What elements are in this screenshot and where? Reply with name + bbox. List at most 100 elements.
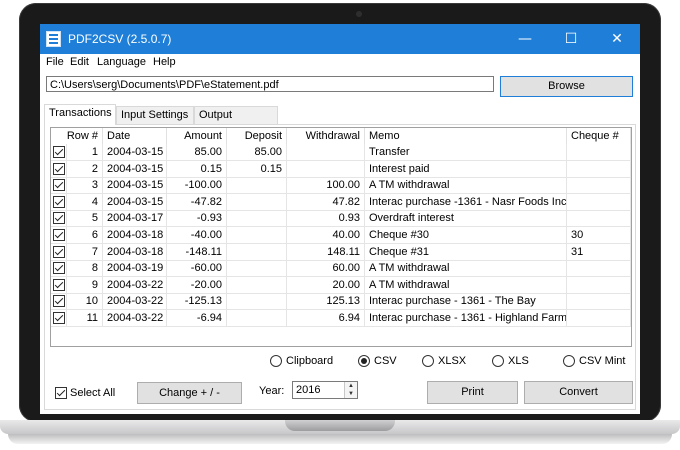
cell-date[interactable]: 2004-03-15 xyxy=(103,193,167,211)
convert-button[interactable]: Convert xyxy=(524,381,633,404)
table-row[interactable]: 9 2004-03-22 -20.00 20.00 A TM withdrawal xyxy=(51,276,631,294)
cell-deposit[interactable] xyxy=(227,177,287,195)
cell-deposit[interactable]: 85.00 xyxy=(227,144,287,161)
menu-help[interactable]: Help xyxy=(153,56,176,68)
cell-memo[interactable]: A TM withdrawal xyxy=(365,260,567,278)
cell-amount[interactable]: -47.82 xyxy=(167,193,227,211)
cell-cheque[interactable] xyxy=(567,210,631,228)
cell-amount[interactable]: -100.00 xyxy=(167,177,227,195)
change-sign-button[interactable]: Change + / - xyxy=(137,382,242,404)
cell-date[interactable]: 2004-03-17 xyxy=(103,210,167,228)
cell-withdrawal[interactable]: 148.11 xyxy=(287,243,365,261)
cell-deposit[interactable] xyxy=(227,260,287,278)
cell-row-number[interactable]: 9 xyxy=(67,276,103,294)
maximize-button[interactable]: ☐ xyxy=(548,24,594,54)
cell-cheque[interactable] xyxy=(567,177,631,195)
cell-row-number[interactable]: 4 xyxy=(67,193,103,211)
tab-input-settings[interactable]: Input Settings xyxy=(116,106,194,124)
cell-memo[interactable]: Interac purchase - 1361 - The Bay xyxy=(365,293,567,311)
cell-row-number[interactable]: 10 xyxy=(67,293,103,311)
radio-xlsx[interactable] xyxy=(422,355,434,367)
row-checkbox[interactable] xyxy=(53,295,65,308)
select-all-checkbox[interactable] xyxy=(55,387,67,399)
table-row[interactable]: 5 2004-03-17 -0.93 0.93 Overdraft interest xyxy=(51,210,631,228)
cell-row-number[interactable]: 6 xyxy=(67,227,103,244)
cell-withdrawal[interactable] xyxy=(287,160,365,178)
table-row[interactable]: 11 2004-03-22 -6.94 6.94 Interac purchase - … xyxy=(51,310,631,327)
tab-transactions[interactable]: Transactions xyxy=(44,104,116,125)
chevron-up-icon[interactable]: ▲ xyxy=(345,382,357,390)
cell-memo[interactable]: Interac purchase - 1361 - Highland Farms xyxy=(365,310,567,327)
browse-button[interactable]: Browse xyxy=(500,76,633,97)
cell-date[interactable]: 2004-03-19 xyxy=(103,260,167,278)
title-bar[interactable]: PDF2CSV (2.5.0.7) — ☐ ✕ xyxy=(40,24,640,54)
cell-deposit[interactable] xyxy=(227,193,287,211)
cell-cheque[interactable] xyxy=(567,310,631,327)
header-amount[interactable]: Amount xyxy=(167,128,227,144)
cell-memo[interactable]: Transfer xyxy=(365,144,567,161)
print-button[interactable]: Print xyxy=(427,381,518,404)
cell-row-number[interactable]: 3 xyxy=(67,177,103,195)
tab-output-settings[interactable]: Output Settings xyxy=(194,106,278,138)
cell-deposit[interactable] xyxy=(227,243,287,261)
transactions-grid[interactable]: Row # Date Amount Deposit Withdrawal Mem… xyxy=(50,127,632,347)
table-row[interactable]: 1 2004-03-15 85.00 85.00 Transfer xyxy=(51,144,631,161)
cell-date[interactable]: 2004-03-18 xyxy=(103,243,167,261)
menu-file[interactable]: File xyxy=(46,56,64,68)
cell-date[interactable]: 2004-03-18 xyxy=(103,227,167,244)
cell-memo[interactable]: Cheque #31 xyxy=(365,243,567,261)
cell-cheque[interactable] xyxy=(567,160,631,178)
table-row[interactable]: 4 2004-03-15 -47.82 47.82 Interac purchase -… xyxy=(51,193,631,211)
cell-date[interactable]: 2004-03-22 xyxy=(103,276,167,294)
row-checkbox[interactable] xyxy=(53,212,65,225)
cell-date[interactable]: 2004-03-22 xyxy=(103,310,167,327)
table-row[interactable]: 3 2004-03-15 -100.00 100.00 A TM withdrawal xyxy=(51,177,631,195)
cell-deposit[interactable] xyxy=(227,210,287,228)
cell-cheque[interactable] xyxy=(567,144,631,161)
radio-clipboard[interactable] xyxy=(270,355,282,367)
cell-amount[interactable]: -125.13 xyxy=(167,293,227,311)
header-cheque[interactable]: Cheque # xyxy=(567,128,631,144)
cell-date[interactable]: 2004-03-22 xyxy=(103,293,167,311)
row-checkbox[interactable] xyxy=(53,146,65,158)
cell-amount[interactable]: 85.00 xyxy=(167,144,227,161)
cell-withdrawal[interactable]: 60.00 xyxy=(287,260,365,278)
cell-deposit[interactable] xyxy=(227,227,287,244)
row-checkbox[interactable] xyxy=(53,312,65,324)
cell-deposit[interactable] xyxy=(227,293,287,311)
cell-row-number[interactable]: 5 xyxy=(67,210,103,228)
cell-row-number[interactable]: 7 xyxy=(67,243,103,261)
cell-withdrawal[interactable]: 47.82 xyxy=(287,193,365,211)
cell-amount[interactable]: -148.11 xyxy=(167,243,227,261)
radio-csv-mint[interactable] xyxy=(563,355,575,367)
cell-amount[interactable]: 0.15 xyxy=(167,160,227,178)
cell-memo[interactable]: Interest paid xyxy=(365,160,567,178)
table-row[interactable]: 2 2004-03-15 0.15 0.15 Interest paid xyxy=(51,160,631,178)
cell-amount[interactable]: -40.00 xyxy=(167,227,227,244)
pdf-path-input[interactable]: C:\Users\serg\Documents\PDF\eStatement.p… xyxy=(46,76,494,92)
cell-amount[interactable]: -0.93 xyxy=(167,210,227,228)
row-checkbox[interactable] xyxy=(53,278,65,291)
row-checkbox[interactable] xyxy=(53,229,65,241)
table-row[interactable]: 7 2004-03-18 -148.11 148.11 Cheque #31 31 xyxy=(51,243,631,261)
cell-date[interactable]: 2004-03-15 xyxy=(103,177,167,195)
radio-xls[interactable] xyxy=(492,355,504,367)
cell-memo[interactable]: A TM withdrawal xyxy=(365,276,567,294)
cell-cheque[interactable] xyxy=(567,193,631,211)
row-checkbox[interactable] xyxy=(53,162,65,175)
cell-deposit[interactable] xyxy=(227,276,287,294)
cell-date[interactable]: 2004-03-15 xyxy=(103,144,167,161)
cell-amount[interactable]: -20.00 xyxy=(167,276,227,294)
cell-date[interactable]: 2004-03-15 xyxy=(103,160,167,178)
radio-csv[interactable] xyxy=(358,355,370,367)
cell-memo[interactable]: A TM withdrawal xyxy=(365,177,567,195)
cell-withdrawal[interactable] xyxy=(287,144,365,161)
cell-withdrawal[interactable]: 100.00 xyxy=(287,177,365,195)
cell-cheque[interactable] xyxy=(567,260,631,278)
header-date[interactable]: Date xyxy=(103,128,167,144)
year-stepper-buttons[interactable]: ▲ ▼ xyxy=(344,382,357,398)
cell-amount[interactable]: -6.94 xyxy=(167,310,227,327)
cell-cheque[interactable] xyxy=(567,276,631,294)
header-deposit[interactable]: Deposit xyxy=(227,128,287,144)
table-row[interactable]: 6 2004-03-18 -40.00 40.00 Cheque #30 30 xyxy=(51,227,631,244)
